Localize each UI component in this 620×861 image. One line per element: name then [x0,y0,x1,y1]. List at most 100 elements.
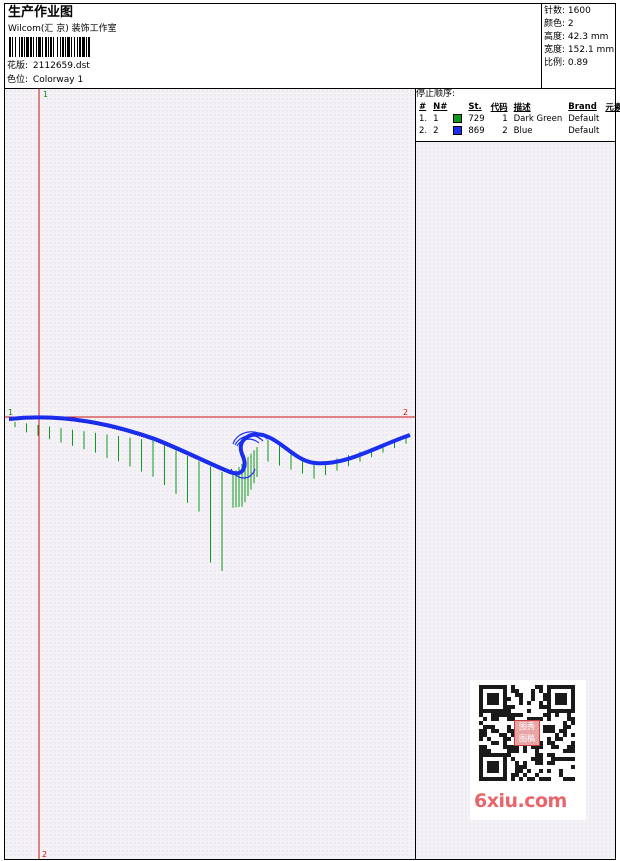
qr-module [563,709,567,713]
qr-module [483,745,487,749]
qr-module [495,717,499,721]
qr-module [551,745,555,749]
qr-module [531,777,535,781]
row-brand: Default [568,126,600,136]
qr-module [491,769,495,773]
marker-left: 1 [8,408,13,417]
qr-module [495,713,499,717]
row-stitches: 729 [468,114,485,124]
qr-module [487,737,491,741]
qr-module [523,765,527,769]
qr-module [567,725,571,729]
qr-module [555,697,559,701]
qr-module [487,725,491,729]
height-value: 42.3 mm [567,32,609,42]
qr-module [535,749,539,753]
barcode-bar [50,37,52,57]
barcode-bar [36,37,37,57]
row-code: 1 [502,114,508,124]
qr-module [555,701,559,705]
qr-module [539,777,543,781]
qr-module [559,757,563,761]
barcode-bar [88,37,90,57]
qr-module [571,717,575,721]
qr-module [539,769,543,773]
qr-module [515,689,519,693]
qr-module [555,745,559,749]
qr-module [495,729,499,733]
qr-module [503,741,507,745]
qr-module [523,761,527,765]
qr-module [571,733,575,737]
qr-module [503,697,507,701]
qr-module [515,765,519,769]
qr-module [487,753,491,757]
qr-module [503,705,507,709]
qr-module [495,761,499,765]
qr-module [571,745,575,749]
qr-module [571,765,575,769]
qr-module [547,725,551,729]
qr-module [543,693,547,697]
qr-module [503,689,507,693]
qr-module [507,737,511,741]
qr-module [559,729,563,733]
qr-module [563,693,567,697]
qr-module [511,685,515,689]
qr-module [571,693,575,697]
qr-module [479,729,483,733]
qr-module [479,745,483,749]
barcode-bar [15,37,16,57]
barcode-bar [45,37,47,57]
qr-module [547,701,551,705]
design-canvas: 1 1 2 2 [4,88,416,860]
qr-module [527,701,531,705]
qr-module [507,753,511,757]
table-header-row: # N# St. 代码 描述 Brand 元素 [416,101,620,113]
col-code: 代码 [490,103,508,113]
qr-module [507,749,511,753]
qr-module [483,753,487,757]
qr-module [507,713,511,717]
row-code: 2 [502,126,508,136]
qr-module [567,777,571,781]
qr-module [511,777,515,781]
barcode-bar [19,37,20,57]
barcode-bar [62,37,64,57]
qr-module [499,713,503,717]
green-underlay-stitches [14,421,407,572]
qr-module [491,713,495,717]
scale-value: 0.89 [567,58,588,68]
stitches-value: 1600 [567,6,591,16]
qr-module [531,757,535,761]
qr-module [495,685,499,689]
color-swatch [450,125,465,137]
qr-module [487,709,491,713]
qr-module [571,749,575,753]
qr-module [491,693,495,697]
qr-module [515,713,519,717]
row-num: 2. [419,126,428,136]
qr-module [555,713,559,717]
qr-module [519,713,523,717]
qr-module [559,693,563,697]
qr-module [535,753,539,757]
qr-module [495,765,499,769]
qr-module [503,737,507,741]
qr-module [543,697,547,701]
barcode-bar [48,37,49,57]
qr-module [479,761,483,765]
qr-module [495,701,499,705]
production-worksheet: 生产作业图 Wilcom(汇 京) 装饰工作室 花版: 2112659.dst … [0,0,620,861]
qr-module [543,729,547,733]
qr-module [487,693,491,697]
barcode-bar [26,37,29,57]
qr-module [483,709,487,713]
qr-module [563,729,567,733]
qr-module [503,769,507,773]
stitch-preview: 1 1 2 2 [5,89,415,859]
qr-module [479,757,483,761]
qr-module [503,745,507,749]
qr-module [519,697,523,701]
qr-module [515,769,519,773]
